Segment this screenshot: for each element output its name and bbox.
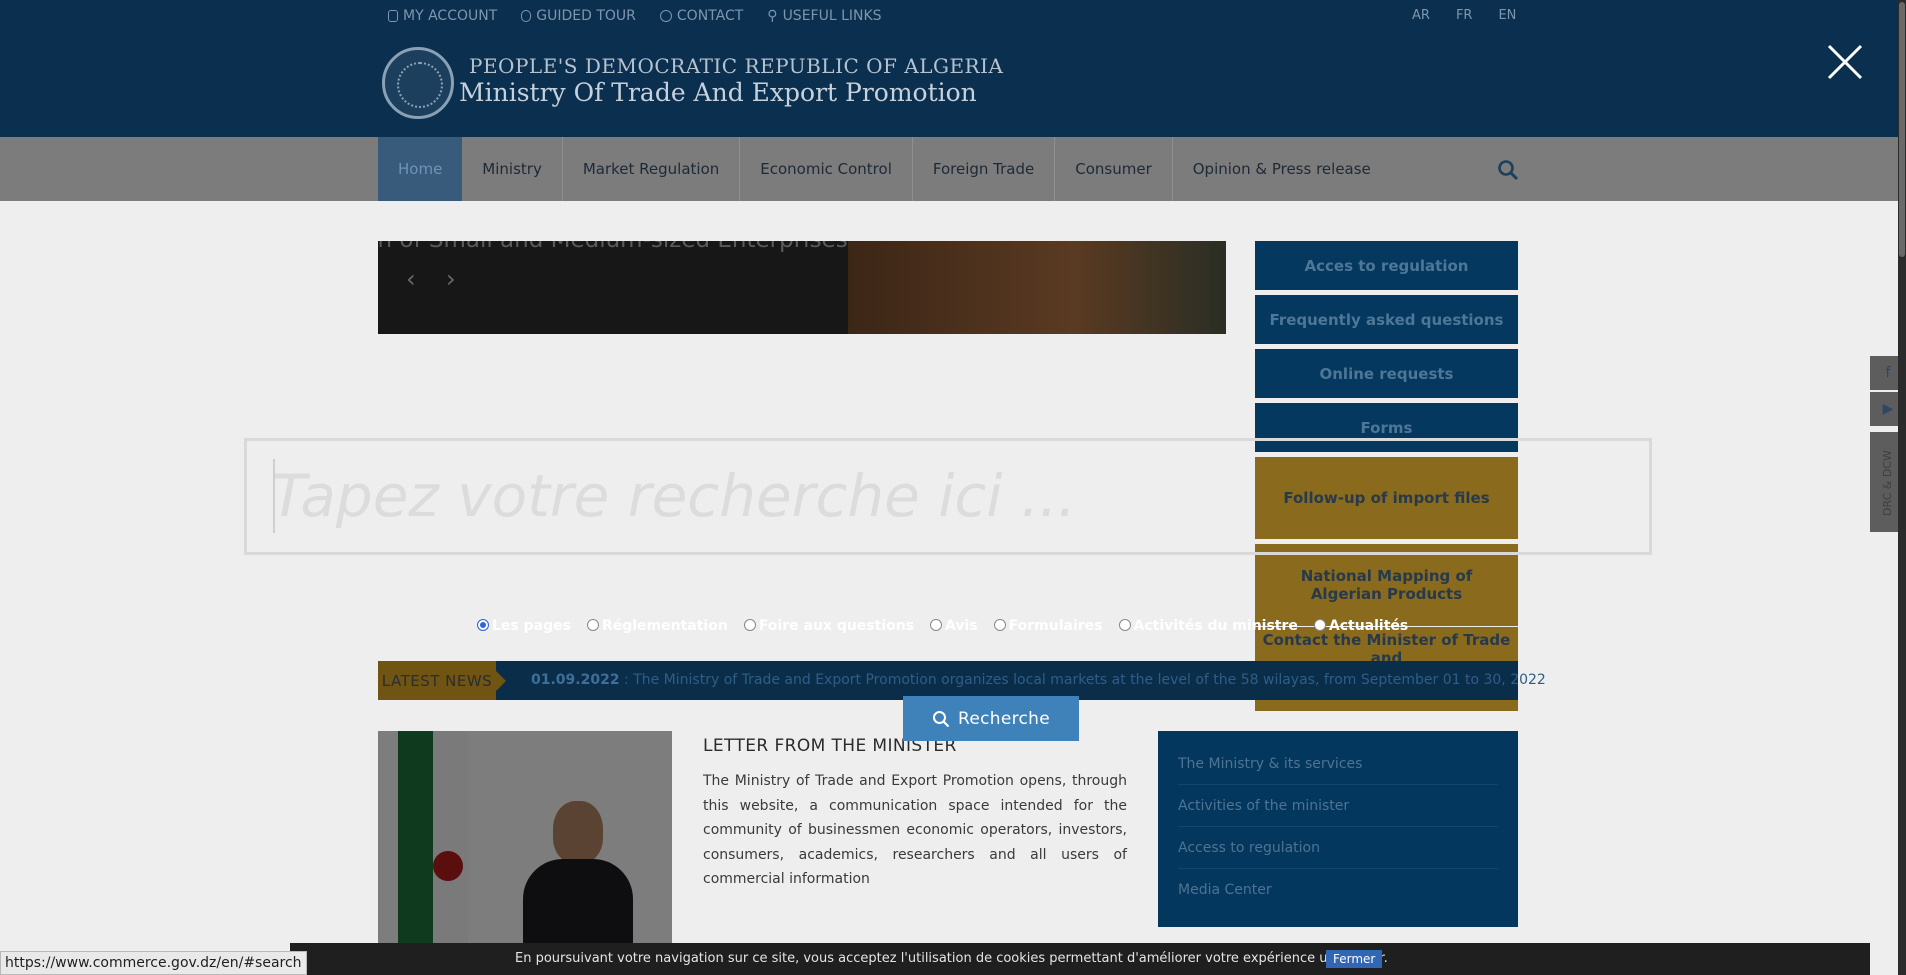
news-ticker: LATEST NEWS 01.09.2022 : The Ministry of… bbox=[378, 661, 1546, 700]
minister-portrait bbox=[523, 801, 633, 943]
slide-caption: tion of Small and Medium-sized Enterpris… bbox=[378, 241, 848, 253]
search-box bbox=[244, 438, 1652, 555]
brand-ministry[interactable]: Ministry Of Trade And Export Promotion bbox=[459, 78, 977, 107]
filter-avis[interactable]: Avis bbox=[930, 618, 978, 634]
menu-item-media-center[interactable]: Media Center bbox=[1178, 869, 1498, 911]
filter-label: Réglementation bbox=[601, 618, 728, 634]
slide-photo bbox=[848, 241, 1226, 334]
chevron-right-icon[interactable]: › bbox=[446, 265, 456, 293]
filter-label: Activités du ministre bbox=[1133, 618, 1298, 634]
page-scrollbar[interactable] bbox=[1898, 0, 1906, 975]
filter-label: Foire aux questions bbox=[758, 618, 915, 634]
radio-icon bbox=[930, 619, 943, 631]
main-nav: Home Ministry Market Regulation Economic… bbox=[0, 137, 1906, 201]
top-utility-bar: MY ACCOUNT GUIDED TOUR CONTACT ⚲ USEFUL L… bbox=[0, 0, 1906, 34]
nav-foreign-trade[interactable]: Foreign Trade bbox=[913, 137, 1056, 201]
filter-actualites[interactable]: Actualités bbox=[1313, 618, 1409, 634]
nav-home[interactable]: Home bbox=[378, 137, 463, 201]
nav-market-regulation[interactable]: Market Regulation bbox=[563, 137, 741, 201]
online-requests-button[interactable]: Online requests bbox=[1255, 349, 1518, 398]
search-icon bbox=[933, 710, 950, 727]
state-seal-logo[interactable] bbox=[382, 47, 454, 119]
news-text: : The Ministry of Trade and Export Promo… bbox=[619, 672, 1546, 688]
contact-label: CONTACT bbox=[676, 8, 744, 24]
filter-les-pages[interactable]: Les pages bbox=[477, 618, 571, 634]
radio-icon bbox=[586, 619, 599, 631]
drc-dcw-label: DRC & DCW bbox=[1881, 450, 1894, 516]
filter-label: Formulaires bbox=[1008, 618, 1103, 634]
radio-icon bbox=[1313, 619, 1326, 631]
radio-icon bbox=[477, 619, 489, 631]
brand-country: PEOPLE'S DEMOCRATIC REPUBLIC OF ALGERIA bbox=[469, 54, 1004, 78]
useful-links-label: USEFUL LINKS bbox=[782, 8, 882, 24]
search-filters: Les pages Réglementation Foire aux quest… bbox=[477, 618, 1424, 634]
cookie-close-button[interactable]: Fermer bbox=[1326, 950, 1383, 968]
minister-photo bbox=[378, 731, 672, 943]
radio-icon bbox=[1118, 619, 1131, 631]
text-caret bbox=[273, 459, 275, 533]
contact-link[interactable]: CONTACT bbox=[659, 8, 744, 24]
info-icon bbox=[659, 10, 672, 22]
utility-links: MY ACCOUNT GUIDED TOUR CONTACT ⚲ USEFUL L… bbox=[388, 8, 882, 24]
scrollbar-thumb[interactable] bbox=[1899, 2, 1905, 257]
guided-tour-link[interactable]: GUIDED TOUR bbox=[521, 8, 636, 24]
language-switcher: AR FR EN bbox=[1412, 8, 1516, 23]
news-item[interactable]: 01.09.2022 : The Ministry of Trade and E… bbox=[531, 672, 1546, 688]
my-account-link[interactable]: MY ACCOUNT bbox=[388, 8, 497, 24]
search-input[interactable] bbox=[271, 451, 1611, 541]
cookie-banner: En poursuivant votre navigation sur ce s… bbox=[290, 943, 1870, 975]
search-icon[interactable] bbox=[1497, 159, 1519, 181]
nav-opinion-press[interactable]: Opinion & Press release bbox=[1173, 137, 1391, 201]
radio-icon bbox=[743, 619, 756, 631]
cookie-message: En poursuivant votre navigation sur ce s… bbox=[515, 951, 1388, 966]
hero-slider: tion of Small and Medium-sized Enterpris… bbox=[378, 241, 1226, 334]
chevron-left-icon[interactable]: ‹ bbox=[406, 265, 416, 293]
news-date: 01.09.2022 bbox=[531, 672, 620, 688]
status-bar-url: https://www.commerce.gov.dz/en/#search bbox=[0, 951, 307, 975]
filter-label: Avis bbox=[945, 618, 978, 634]
flag-image bbox=[398, 731, 468, 943]
lock-icon bbox=[388, 10, 398, 22]
link-icon: ⚲ bbox=[767, 8, 778, 24]
national-mapping-button[interactable]: National Mapping of Algerian Products bbox=[1255, 544, 1518, 626]
letter-body: The Ministry of Trade and Export Promoti… bbox=[703, 773, 1127, 887]
regulation-button[interactable]: Acces to regulation bbox=[1255, 241, 1518, 290]
search-submit-button[interactable]: Recherche bbox=[903, 696, 1079, 741]
nav-consumer[interactable]: Consumer bbox=[1055, 137, 1173, 201]
mouse-icon bbox=[521, 10, 532, 22]
menu-item-ministry-services[interactable]: The Ministry & its services bbox=[1178, 743, 1498, 785]
useful-links-link[interactable]: ⚲ USEFUL LINKS bbox=[767, 8, 881, 24]
filter-formulaires[interactable]: Formulaires bbox=[993, 618, 1103, 634]
filter-activites[interactable]: Activités du ministre bbox=[1118, 618, 1298, 634]
filter-label: Actualités bbox=[1328, 618, 1409, 634]
filter-reglementation[interactable]: Réglementation bbox=[586, 618, 728, 634]
menu-item-access-regulation[interactable]: Access to regulation bbox=[1178, 827, 1498, 869]
filter-label: Les pages bbox=[492, 618, 571, 634]
ministry-side-menu: The Ministry & its services Activities o… bbox=[1158, 731, 1518, 927]
guided-tour-label: GUIDED TOUR bbox=[536, 8, 636, 24]
menu-item-minister-activities[interactable]: Activities of the minister bbox=[1178, 785, 1498, 827]
faq-button[interactable]: Frequently asked questions bbox=[1255, 295, 1518, 344]
radio-icon bbox=[993, 619, 1006, 631]
nav-economic-control[interactable]: Economic Control bbox=[740, 137, 913, 201]
close-icon[interactable] bbox=[1825, 42, 1865, 82]
lang-en[interactable]: EN bbox=[1498, 8, 1516, 23]
latest-news-label: LATEST NEWS bbox=[378, 661, 506, 700]
search-submit-label: Recherche bbox=[958, 708, 1050, 729]
lang-fr[interactable]: FR bbox=[1456, 8, 1473, 23]
filter-faq[interactable]: Foire aux questions bbox=[743, 618, 915, 634]
my-account-label: MY ACCOUNT bbox=[403, 8, 498, 24]
brand-header: PEOPLE'S DEMOCRATIC REPUBLIC OF ALGERIA … bbox=[0, 34, 1906, 137]
nav-ministry[interactable]: Ministry bbox=[462, 137, 563, 201]
lang-ar[interactable]: AR bbox=[1412, 8, 1430, 23]
